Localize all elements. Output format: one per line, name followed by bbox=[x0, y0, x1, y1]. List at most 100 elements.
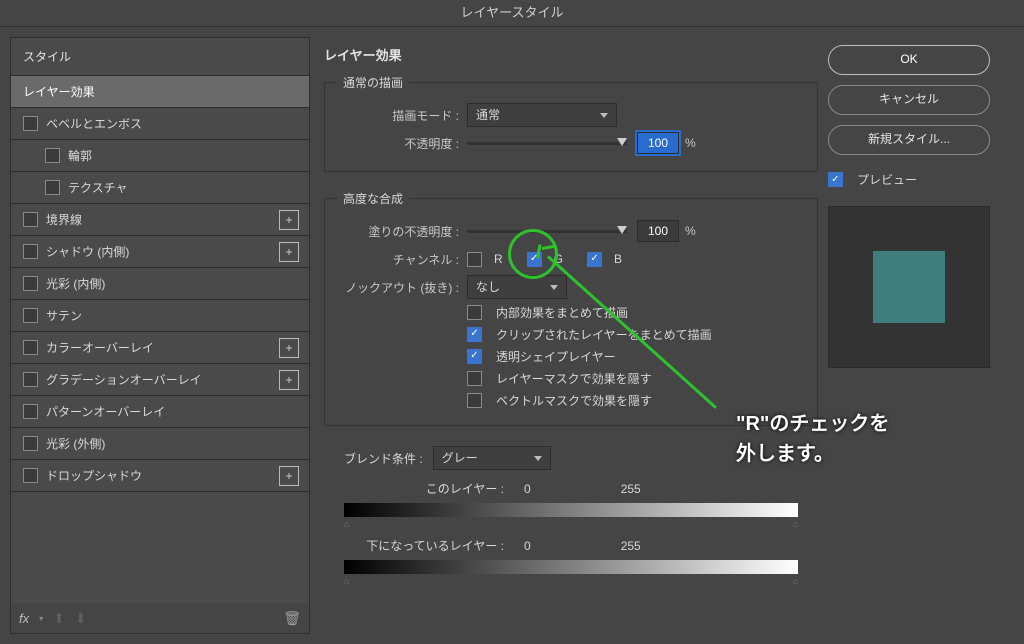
window-title: レイヤースタイル bbox=[0, 0, 1024, 27]
style-checkbox[interactable] bbox=[23, 468, 38, 483]
style-item-7[interactable]: サテン bbox=[11, 300, 309, 332]
panel-title: レイヤー効果 bbox=[324, 45, 818, 64]
opacity-slider[interactable] bbox=[467, 142, 627, 145]
option-label: 内部効果をまとめて描画 bbox=[496, 304, 628, 321]
advanced-legend: 高度な合成 bbox=[337, 190, 409, 207]
advanced-option-2[interactable]: 透明シェイプレイヤー bbox=[467, 345, 805, 367]
style-item-label: ドロップシャドウ bbox=[46, 467, 142, 484]
option-checkbox[interactable] bbox=[467, 349, 482, 364]
option-label: レイヤーマスクで効果を隠す bbox=[496, 370, 652, 387]
style-item-label: カラーオーバーレイ bbox=[46, 339, 154, 356]
style-item-6[interactable]: 光彩 (内側) bbox=[11, 268, 309, 300]
this-lo: 0 bbox=[524, 482, 531, 496]
add-effect-button[interactable]: + bbox=[279, 466, 299, 486]
style-item-2[interactable]: 輪郭 bbox=[11, 140, 309, 172]
cancel-button[interactable]: キャンセル bbox=[828, 85, 990, 115]
style-item-12[interactable]: ドロップシャドウ + bbox=[11, 460, 309, 492]
style-checkbox[interactable] bbox=[45, 148, 60, 163]
add-effect-button[interactable]: + bbox=[279, 370, 299, 390]
advanced-option-4[interactable]: ベクトルマスクで効果を隠す bbox=[467, 389, 805, 411]
knockout-label: ノックアウト (抜き) : bbox=[337, 279, 467, 296]
add-effect-button[interactable]: + bbox=[279, 242, 299, 262]
style-checkbox[interactable] bbox=[23, 308, 38, 323]
style-checkbox[interactable] bbox=[45, 180, 60, 195]
style-item-label: シャドウ (内側) bbox=[46, 243, 129, 260]
style-item-3[interactable]: テクスチャ bbox=[11, 172, 309, 204]
fill-opacity-unit: % bbox=[685, 224, 696, 238]
preview-checkbox[interactable]: プレビュー bbox=[828, 171, 1008, 188]
channel-b-checkbox[interactable]: B bbox=[587, 252, 622, 267]
slider-handle-icon[interactable]: ⌂ bbox=[344, 576, 349, 586]
opacity-field[interactable]: 100 bbox=[637, 132, 679, 154]
style-checkbox[interactable] bbox=[23, 372, 38, 387]
preview-box bbox=[828, 206, 990, 368]
style-checkbox[interactable] bbox=[23, 116, 38, 131]
normal-drawing-group: 通常の描画 描画モード : 通常 不透明度 : 100 % bbox=[324, 74, 818, 172]
move-down-icon[interactable]: ⬇ bbox=[75, 610, 87, 627]
blendif-select[interactable]: グレー bbox=[433, 446, 551, 470]
style-item-5[interactable]: シャドウ (内側) + bbox=[11, 236, 309, 268]
style-checkbox[interactable] bbox=[23, 244, 38, 259]
style-checkbox[interactable] bbox=[23, 404, 38, 419]
channel-g-checkbox[interactable]: G bbox=[527, 252, 563, 267]
style-item-11[interactable]: 光彩 (外側) bbox=[11, 428, 309, 460]
styles-sidebar: スタイル レイヤー効果ベベルとエンボス輪郭テクスチャ境界線+ シャドウ (内側) +… bbox=[0, 27, 310, 644]
channels-label: チャンネル : bbox=[337, 251, 467, 268]
style-item-label: グラデーションオーバーレイ bbox=[46, 371, 202, 388]
preview-swatch bbox=[873, 251, 945, 323]
style-item-8[interactable]: カラーオーバーレイ + bbox=[11, 332, 309, 364]
option-checkbox[interactable] bbox=[467, 393, 482, 408]
fill-opacity-slider[interactable] bbox=[467, 230, 627, 233]
fx-caret-icon: ▾ bbox=[39, 614, 43, 623]
advanced-option-3[interactable]: レイヤーマスクで効果を隠す bbox=[467, 367, 805, 389]
blendif-label: ブレンド条件 : bbox=[344, 450, 423, 467]
add-effect-button[interactable]: + bbox=[279, 338, 299, 358]
new-style-button[interactable]: 新規スタイル... bbox=[828, 125, 990, 155]
style-checkbox[interactable] bbox=[23, 340, 38, 355]
fx-menu[interactable]: fx bbox=[19, 611, 29, 626]
style-item-label: ベベルとエンボス bbox=[46, 115, 142, 132]
slider-handle-icon[interactable]: ⌂ bbox=[793, 576, 798, 586]
styles-header: スタイル bbox=[11, 38, 309, 76]
channel-r-checkbox[interactable]: R bbox=[467, 252, 503, 267]
style-item-label: パターンオーバーレイ bbox=[46, 403, 165, 420]
style-item-label: レイヤー効果 bbox=[23, 83, 95, 100]
style-item-label: 光彩 (外側) bbox=[46, 435, 105, 452]
option-checkbox[interactable] bbox=[467, 371, 482, 386]
option-label: クリップされたレイヤーをまとめて描画 bbox=[496, 326, 712, 343]
blend-mode-select[interactable]: 通常 bbox=[467, 103, 617, 127]
this-layer-gradient[interactable] bbox=[344, 503, 798, 517]
style-checkbox[interactable] bbox=[23, 212, 38, 227]
move-up-icon[interactable]: ⬆ bbox=[53, 610, 65, 627]
style-item-4[interactable]: 境界線+ bbox=[11, 204, 309, 236]
trash-icon[interactable]: 🗑 bbox=[283, 610, 301, 627]
under-hi: 255 bbox=[621, 539, 641, 553]
style-item-label: 輪郭 bbox=[68, 147, 92, 164]
style-checkbox[interactable] bbox=[23, 276, 38, 291]
fill-opacity-field[interactable]: 100 bbox=[637, 220, 679, 242]
advanced-blend-group: 高度な合成 塗りの不透明度 : 100 % チャンネル : R G bbox=[324, 190, 818, 426]
this-layer-label: このレイヤー : bbox=[344, 480, 524, 497]
knockout-select[interactable]: なし bbox=[467, 275, 567, 299]
advanced-option-1[interactable]: クリップされたレイヤーをまとめて描画 bbox=[467, 323, 805, 345]
slider-handle-icon[interactable]: ⌂ bbox=[793, 519, 798, 529]
style-item-10[interactable]: パターンオーバーレイ bbox=[11, 396, 309, 428]
slider-handle-icon[interactable]: ⌂ bbox=[344, 519, 349, 529]
option-checkbox[interactable] bbox=[467, 305, 482, 320]
fill-opacity-label: 塗りの不透明度 : bbox=[337, 223, 467, 240]
add-effect-button[interactable]: + bbox=[279, 210, 299, 230]
ok-button[interactable]: OK bbox=[828, 45, 990, 75]
right-panel: OK キャンセル 新規スタイル... プレビュー bbox=[828, 27, 1024, 644]
style-checkbox[interactable] bbox=[23, 436, 38, 451]
option-checkbox[interactable] bbox=[467, 327, 482, 342]
advanced-option-0[interactable]: 内部効果をまとめて描画 bbox=[467, 301, 805, 323]
under-layer-label: 下になっているレイヤー : bbox=[344, 537, 524, 554]
under-lo: 0 bbox=[524, 539, 531, 553]
style-item-label: テクスチャ bbox=[68, 179, 128, 196]
under-layer-gradient[interactable] bbox=[344, 560, 798, 574]
style-item-9[interactable]: グラデーションオーバーレイ + bbox=[11, 364, 309, 396]
style-item-1[interactable]: ベベルとエンボス bbox=[11, 108, 309, 140]
style-item-0[interactable]: レイヤー効果 bbox=[11, 76, 309, 108]
styles-toolbar: fx ▾ ⬆ ⬇ 🗑 bbox=[10, 603, 310, 634]
options-panel: レイヤー効果 通常の描画 描画モード : 通常 不透明度 : 100 % 高度な… bbox=[310, 27, 828, 644]
